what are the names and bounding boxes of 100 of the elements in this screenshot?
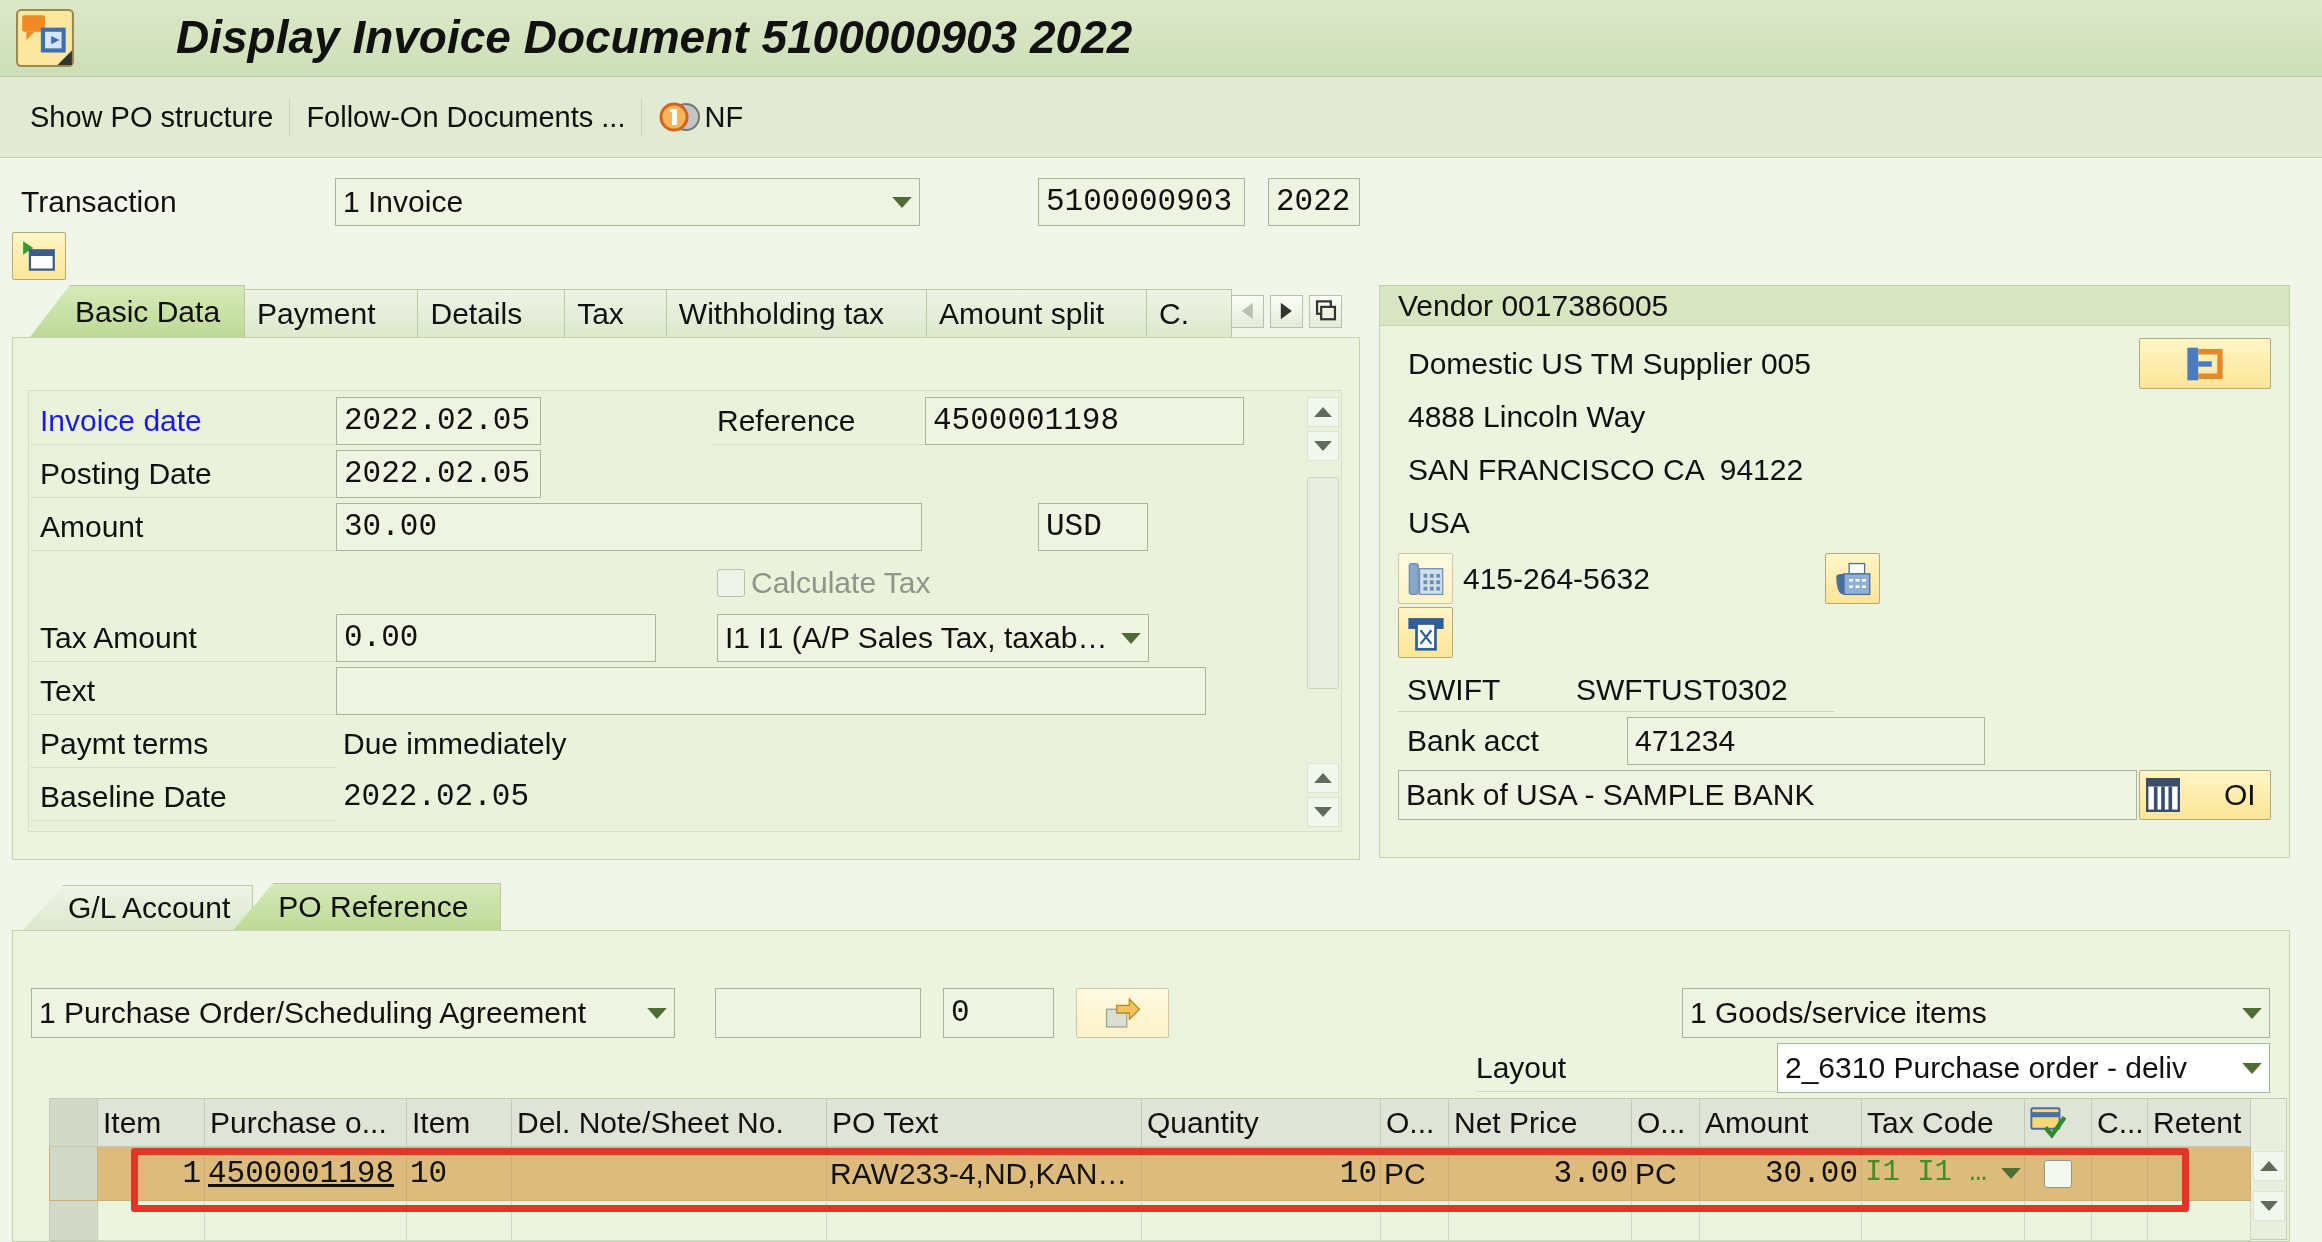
scroll-down-button[interactable] [2252, 1191, 2285, 1221]
caret-down-icon [1313, 807, 1332, 817]
address-line: 4888 Lincoln Way [1407, 398, 1646, 435]
caret-down-icon [2001, 1168, 2021, 1179]
tab[interactable]: Amount split [925, 289, 1148, 337]
document-type-dropdown[interactable]: 1 Purchase Order/Scheduling Agreement [31, 988, 675, 1038]
layout-dropdown[interactable]: 2_6310 Purchase order - deliv [1777, 1043, 2270, 1093]
document-number-field[interactable]: 5100000903 [1038, 178, 1245, 226]
tab[interactable]: Details [417, 289, 566, 337]
open-items-button[interactable]: OI [2139, 770, 2271, 820]
bank-name-field[interactable]: Bank of USA - SAMPLE BANK [1398, 770, 2137, 820]
tab[interactable]: G/L Account [23, 885, 254, 930]
amount-field[interactable]: 30.00 [336, 503, 922, 551]
checkbox[interactable] [2044, 1159, 2072, 1188]
address-line: USA [1407, 504, 1470, 541]
arrow-icon [1103, 996, 1142, 1030]
column-header[interactable]: Net Price [1448, 1098, 1632, 1147]
tab[interactable]: Withholding tax [665, 289, 927, 337]
column-header[interactable]: Amount [1699, 1098, 1862, 1147]
tab[interactable]: PO Reference [233, 883, 502, 930]
table-cell: 3.00 [1448, 1146, 1632, 1201]
scroll-down-button[interactable] [1306, 431, 1339, 461]
posting-date-field[interactable]: 2022.02.05 [336, 450, 541, 498]
caret-down-icon [892, 196, 912, 208]
field-label: Transaction [20, 184, 178, 220]
column-header[interactable]: O... [1380, 1098, 1449, 1147]
window-title: Display Invoice Document 5100000903 2022 [176, 10, 1133, 66]
toggle-button[interactable] [12, 232, 66, 280]
field-value: 2022.02.05 [342, 778, 530, 816]
table-cell: PC [1631, 1146, 1700, 1201]
caret-up-icon [1313, 773, 1332, 783]
caret-down-icon [1121, 632, 1141, 644]
toolbar-button[interactable]: Follow-On Documents ... [294, 95, 638, 139]
address-button[interactable] [2139, 338, 2271, 389]
toolbar-button[interactable]: NF [646, 93, 756, 141]
grid-icon [2146, 778, 2180, 812]
tab-list-button[interactable] [1309, 294, 1343, 328]
app-icon[interactable] [16, 9, 74, 67]
column-header[interactable]: C... [2091, 1098, 2148, 1147]
caret-down-icon [2242, 1007, 2262, 1019]
field-label: Bank acct [1406, 723, 1540, 759]
caret-down-icon [647, 1007, 667, 1019]
field-label: SWIFT [1406, 671, 1502, 708]
column-header[interactable]: Del. Note/Sheet No. [511, 1098, 827, 1147]
currency-field[interactable]: USD [1038, 503, 1148, 551]
reference-field[interactable]: 4500001198 [925, 397, 1244, 445]
caret-down-icon [2242, 1062, 2262, 1074]
po-number-field[interactable] [715, 988, 921, 1038]
scroll-up-button[interactable] [2252, 1151, 2285, 1181]
tax-amount-field[interactable]: 0.00 [336, 614, 656, 662]
bank-account-field[interactable]: 471234 [1627, 717, 1985, 765]
transaction-dropdown[interactable]: 1 Invoice [335, 178, 920, 226]
column-header[interactable]: O... [1631, 1098, 1700, 1147]
field-value: Due immediately [342, 726, 567, 762]
invoice-date-field[interactable]: 2022.02.05 [336, 397, 541, 445]
tab[interactable]: Basic Data [30, 285, 246, 337]
tab[interactable]: Payment [244, 289, 419, 337]
tax-code-dropdown[interactable]: I1 I1 (A/P Sales Tax, taxab… [717, 614, 1149, 662]
scroll-up-button[interactable] [1306, 397, 1339, 427]
vendor-name: Domestic US TM Supplier 005 [1407, 345, 1811, 382]
table-cell: PC [1380, 1146, 1449, 1201]
checkbox-label: Calculate Tax [751, 564, 931, 601]
tab[interactable]: Tax [564, 289, 667, 337]
column-header[interactable]: Purchase o... [204, 1098, 407, 1147]
address-line: SAN FRANCISCO CA 94122 [1407, 451, 1804, 488]
panel-title: Vendor 0017386005 [1398, 287, 1669, 324]
column-header[interactable]: Tax Code [1861, 1098, 2025, 1147]
column-header[interactable]: PO Text [826, 1098, 1142, 1147]
table-cell: 30.00 [1699, 1146, 1862, 1201]
fiscal-year-field[interactable]: 2022 [1268, 178, 1360, 226]
document-button[interactable] [1398, 607, 1453, 658]
field-value: SWFTUST0302 [1576, 671, 1788, 708]
phone-number: 415-264-5632 [1462, 560, 1651, 597]
table-cell: RAW233-4,ND,KAN… [826, 1146, 1142, 1201]
field-label: Paymt terms [31, 720, 336, 768]
caret-down-icon [2259, 1201, 2278, 1211]
column-header[interactable] [2024, 1098, 2092, 1147]
toolbar-button[interactable]: Show PO structure [18, 95, 286, 139]
scroll-down-button[interactable] [1306, 797, 1339, 827]
column-header[interactable]: Item [97, 1098, 205, 1147]
column-header[interactable]: Item [406, 1098, 512, 1147]
caret-up-icon [2259, 1161, 2278, 1171]
item-category-dropdown[interactable]: 1 Goods/service items [1682, 988, 2270, 1038]
phone-button[interactable] [1398, 553, 1453, 604]
table-cell: 10 [1141, 1146, 1381, 1201]
caret-up-icon [1313, 407, 1332, 417]
po-item-field[interactable]: 0 [943, 988, 1054, 1038]
text-field[interactable] [336, 667, 1206, 715]
panel-icon [22, 240, 56, 272]
caret-down-icon [1313, 441, 1332, 451]
scroll-up-button[interactable] [1306, 763, 1339, 793]
column-header[interactable]: Retent [2147, 1098, 2251, 1147]
tab[interactable]: C. [1146, 289, 1233, 337]
scroll-thumb[interactable] [1306, 477, 1339, 689]
fax-button[interactable] [1825, 553, 1880, 604]
column-header[interactable]: Quantity [1141, 1098, 1381, 1147]
field-label: Baseline Date [31, 773, 336, 821]
tab-scroll-right-button[interactable] [1270, 294, 1304, 328]
po-number-link[interactable]: 4500001198 [208, 1156, 395, 1192]
table-cell: 1 [97, 1146, 205, 1201]
